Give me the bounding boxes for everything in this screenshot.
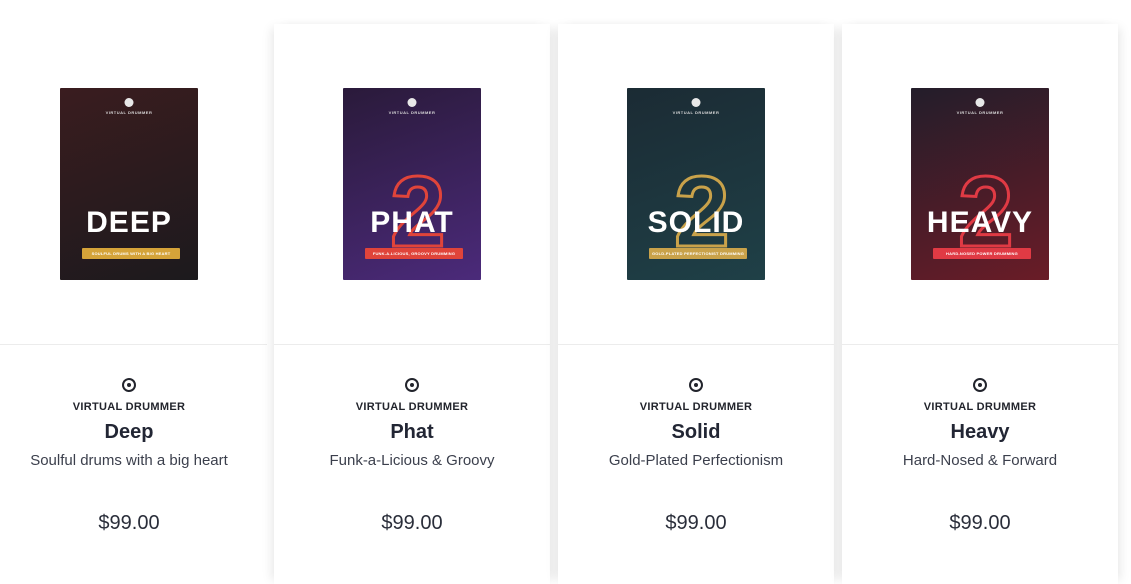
card-divider [842, 344, 1118, 345]
product-brand: VIRTUAL DRUMMER [639, 401, 753, 413]
virtual-drummer-logo-icon [975, 98, 985, 107]
virtual-drummer-logo-icon [122, 378, 136, 392]
product-name[interactable]: Phat [274, 421, 550, 444]
product-name[interactable]: Deep [0, 421, 267, 444]
product-price: $99.00 [665, 512, 727, 534]
virtual-drummer-logo-icon [689, 378, 703, 392]
cover-brand: VIRTUAL DRUMMER [672, 110, 720, 115]
cover-tagline: HARD-NOSED POWER DRUMMING [933, 248, 1031, 259]
cover-tagline: GOLD-PLATED PERFECTIONIST DRUMMING [649, 248, 747, 259]
product-cover-image[interactable]: VIRTUAL DRUMMER DEEP SOULFUL DRUMS WITH … [60, 88, 198, 280]
virtual-drummer-logo-icon [124, 98, 134, 107]
cover-tagline: SOULFUL DRUMS WITH A BIG HEART [82, 248, 180, 259]
virtual-drummer-logo-icon [691, 98, 701, 107]
product-card-phat[interactable]: VIRTUAL DRUMMER 2 PHAT FUNK-A-LICIOUS, G… [274, 24, 550, 584]
product-description: Hard-Nosed & Forward [902, 452, 1058, 469]
card-divider [274, 344, 550, 345]
product-brand: VIRTUAL DRUMMER [355, 401, 469, 413]
product-cover-image[interactable]: VIRTUAL DRUMMER 2 SOLID GOLD-PLATED PERF… [627, 88, 765, 280]
card-divider [0, 344, 267, 345]
cover-brand: VIRTUAL DRUMMER [388, 110, 436, 115]
cover-tagline: FUNK-A-LICIOUS, GROOVY DRUMMING [365, 248, 463, 259]
product-price: $99.00 [949, 512, 1011, 534]
product-description: Funk-a-Licious & Groovy [329, 452, 495, 469]
product-brand: VIRTUAL DRUMMER [923, 401, 1037, 413]
virtual-drummer-logo-icon [405, 378, 419, 392]
cover-title: SOLID [647, 206, 745, 239]
product-card-heavy[interactable]: VIRTUAL DRUMMER 2 HEAVY HARD-NOSED POWER… [842, 24, 1118, 584]
product-name[interactable]: Solid [558, 421, 834, 444]
virtual-drummer-logo-icon [407, 98, 417, 107]
cover-title: DEEP [86, 206, 172, 239]
product-brand: VIRTUAL DRUMMER [72, 401, 186, 413]
product-price: $99.00 [381, 512, 443, 534]
cover-brand: VIRTUAL DRUMMER [105, 110, 153, 115]
virtual-drummer-logo-icon [973, 378, 987, 392]
product-grid: VIRTUAL DRUMMER DEEP SOULFUL DRUMS WITH … [0, 0, 1131, 584]
product-cover-image[interactable]: VIRTUAL DRUMMER 2 PHAT FUNK-A-LICIOUS, G… [343, 88, 481, 280]
product-name[interactable]: Heavy [842, 421, 1118, 444]
product-cover-image[interactable]: VIRTUAL DRUMMER 2 HEAVY HARD-NOSED POWER… [911, 88, 1049, 280]
cover-title: HEAVY [926, 206, 1034, 239]
cover-brand: VIRTUAL DRUMMER [956, 110, 1004, 115]
product-price: $99.00 [98, 512, 160, 534]
product-card-deep[interactable]: VIRTUAL DRUMMER DEEP SOULFUL DRUMS WITH … [0, 24, 267, 584]
product-card-solid[interactable]: VIRTUAL DRUMMER 2 SOLID GOLD-PLATED PERF… [558, 24, 834, 584]
product-description: Soulful drums with a big heart [30, 452, 228, 469]
cover-title: PHAT [370, 206, 454, 239]
card-divider [558, 344, 834, 345]
product-description: Gold-Plated Perfectionism [608, 452, 784, 469]
